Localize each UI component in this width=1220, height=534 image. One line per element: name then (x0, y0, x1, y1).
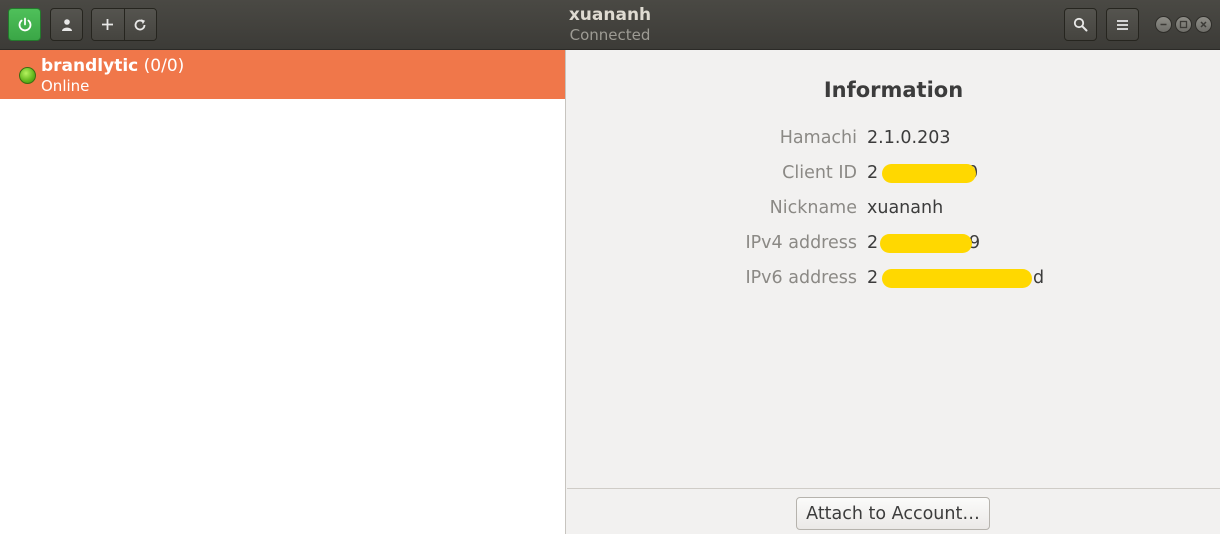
add-icon (102, 19, 114, 30)
close-window-button[interactable] (1195, 16, 1212, 33)
menu-button[interactable] (1106, 8, 1139, 41)
redaction-mark (882, 164, 976, 183)
info-label: IPv6 address (745, 268, 857, 288)
action-bar: Attach to Account… (567, 488, 1220, 534)
network-member-count: (0/0) (143, 56, 185, 76)
maximize-window-button[interactable] (1175, 16, 1192, 33)
minimize-window-button[interactable] (1155, 16, 1172, 33)
network-name: brandlytic (0/0) (41, 56, 184, 77)
info-value-start: 2 (867, 233, 879, 253)
redaction-mark (882, 269, 1032, 288)
info-value: 2.1.0.203 (867, 128, 951, 148)
contact-icon (61, 18, 72, 31)
refresh-button[interactable] (123, 9, 156, 40)
info-value-start: 2 (867, 268, 879, 288)
attach-to-account-button[interactable]: Attach to Account… (796, 497, 990, 530)
minimize-icon (1160, 23, 1167, 26)
add-network-button[interactable] (92, 9, 124, 40)
hamburger-menu-icon (1117, 19, 1128, 30)
info-row-hamachi: Hamachi 2.1.0.203 (567, 126, 1220, 150)
search-button[interactable] (1064, 8, 1097, 41)
info-value-start: 2 (867, 163, 879, 183)
window-subtitle: Connected (569, 26, 651, 44)
info-label: IPv4 address (745, 233, 857, 253)
info-value-end: d (1033, 268, 1045, 288)
header-bar: xuananh Connected (0, 0, 1220, 50)
info-title: Information (823, 78, 964, 102)
info-label: Client ID (782, 163, 857, 183)
search-icon (1073, 17, 1088, 32)
window-title-box: xuananh Connected (460, 4, 760, 45)
redaction-mark (880, 234, 972, 253)
network-actions-group (91, 8, 157, 41)
info-row-ipv6: IPv6 address 2 d (567, 266, 1220, 290)
info-label: Nickname (769, 198, 857, 218)
info-row-ipv4: IPv4 address 2 9 (567, 231, 1220, 255)
information-panel: Information Hamachi 2.1.0.203 Client ID … (567, 50, 1220, 488)
refresh-icon (135, 18, 146, 30)
maximize-icon (1179, 20, 1188, 29)
network-row-brandlytic[interactable]: brandlytic (0/0) Online (0, 50, 565, 99)
power-icon (18, 17, 31, 31)
info-value: xuananh (867, 198, 944, 218)
contact-button[interactable] (50, 8, 83, 41)
info-label: Hamachi (779, 128, 857, 148)
network-name-text: brandlytic (41, 56, 139, 76)
power-button[interactable] (8, 8, 41, 41)
online-status-icon (19, 67, 36, 84)
window-title: xuananh (568, 5, 652, 25)
info-row-client-id: Client ID 2 0 (567, 161, 1220, 185)
close-icon (1200, 21, 1207, 28)
network-list: brandlytic (0/0) Online (0, 50, 566, 534)
network-status: Online (41, 77, 90, 95)
info-row-nickname: Nickname xuananh (567, 196, 1220, 220)
